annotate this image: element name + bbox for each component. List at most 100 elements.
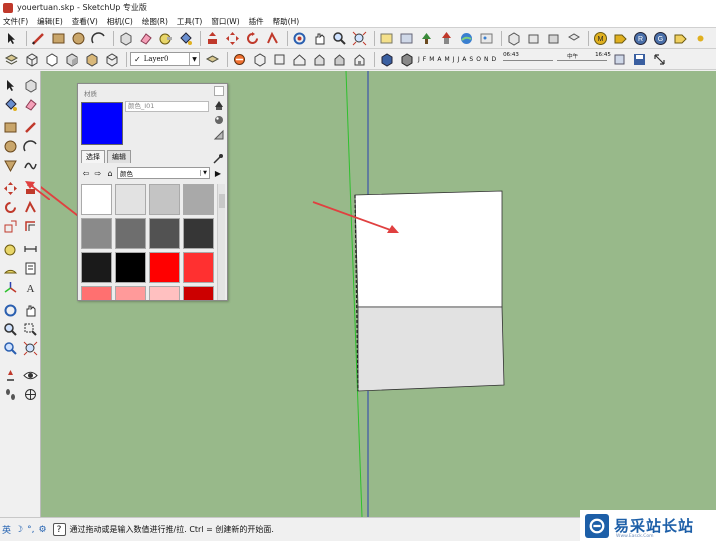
tape-measure-icon[interactable]: [157, 30, 174, 47]
sketchup-g-icon[interactable]: G: [652, 30, 669, 47]
resize-icon[interactable]: [651, 51, 668, 68]
material-swatch[interactable]: [115, 252, 146, 283]
save-disk-icon[interactable]: [631, 51, 648, 68]
sketchup-m-icon[interactable]: M: [592, 30, 609, 47]
box-monochrome-icon[interactable]: [103, 51, 120, 68]
material-swatch[interactable]: [149, 252, 180, 283]
layers-stack-icon[interactable]: [3, 51, 20, 68]
material-swatch[interactable]: [115, 184, 146, 215]
rotate-icon[interactable]: [244, 30, 261, 47]
eraser-icon[interactable]: [22, 96, 39, 113]
material-swatch[interactable]: [183, 218, 214, 249]
material-swatch[interactable]: [81, 218, 112, 249]
polygon-icon[interactable]: [2, 157, 19, 174]
create-material-icon[interactable]: [213, 99, 225, 111]
rectangle-icon[interactable]: [2, 119, 19, 136]
views-top-icon[interactable]: [565, 30, 582, 47]
material-swatch[interactable]: [183, 184, 214, 215]
left-view-house-icon[interactable]: [351, 51, 368, 68]
walk-footprints-icon[interactable]: [2, 386, 19, 403]
arc-icon[interactable]: [22, 138, 39, 155]
menu-file[interactable]: 文件(F): [3, 16, 28, 27]
paint-bucket-icon[interactable]: [177, 30, 194, 47]
photo-textures-icon[interactable]: [478, 30, 495, 47]
get-models-icon[interactable]: [378, 30, 395, 47]
layer-manager-icon[interactable]: [204, 51, 221, 68]
label-plugin-icon[interactable]: [672, 30, 689, 47]
scale-icon[interactable]: [2, 218, 19, 235]
ime-indicator[interactable]: 英 ☽ °, ⚙: [2, 523, 51, 537]
menu-camera[interactable]: 相机(C): [107, 16, 133, 27]
menu-view[interactable]: 查看(V): [72, 16, 98, 27]
tape-measure-icon[interactable]: [2, 241, 19, 258]
paint-brush-icon[interactable]: [712, 30, 716, 47]
pan-hand-icon[interactable]: [311, 30, 328, 47]
follow-me-icon[interactable]: [264, 30, 281, 47]
help-icon[interactable]: ?: [52, 523, 66, 536]
tab-select[interactable]: 选择: [81, 150, 105, 163]
front-view-house-icon[interactable]: [291, 51, 308, 68]
orbit-icon[interactable]: [2, 302, 19, 319]
zoom-icon[interactable]: [331, 30, 348, 47]
box-wire-icon[interactable]: [23, 51, 40, 68]
shadow-time-slider-mid[interactable]: 中午 16:45: [557, 52, 611, 64]
standard-view-icon[interactable]: [251, 51, 268, 68]
material-category-dropdown[interactable]: 颜色 ▼: [117, 167, 210, 179]
zoom-window-icon[interactable]: [22, 321, 39, 338]
place-model-icon[interactable]: [418, 30, 435, 47]
box-hidden-line-icon[interactable]: [43, 51, 60, 68]
pan-hand-icon[interactable]: [22, 302, 39, 319]
material-swatch[interactable]: [81, 184, 112, 215]
section-plane-icon[interactable]: [22, 386, 39, 403]
make-component-icon[interactable]: [22, 77, 39, 94]
top-view-icon[interactable]: [271, 51, 288, 68]
layer-dropdown[interactable]: ✓ Layer0 ▼: [130, 52, 200, 66]
home-icon[interactable]: ⌂: [105, 167, 115, 179]
views-iso-icon[interactable]: [505, 30, 522, 47]
chevron-down-icon[interactable]: ▼: [189, 53, 199, 65]
rectangle-icon[interactable]: [50, 30, 67, 47]
material-swatch[interactable]: [149, 218, 180, 249]
eyedropper-icon[interactable]: [212, 153, 224, 167]
protractor-icon[interactable]: [2, 260, 19, 277]
box-textured-icon[interactable]: [83, 51, 100, 68]
back-arrow-icon[interactable]: ⇦: [81, 167, 91, 179]
forward-arrow-icon[interactable]: ⇨: [93, 167, 103, 179]
sun-dot-icon[interactable]: [692, 30, 709, 47]
menu-tools[interactable]: 工具(T): [177, 16, 202, 27]
tab-edit[interactable]: 编辑: [107, 150, 131, 163]
browse-icon[interactable]: [213, 129, 225, 141]
paint-bucket-icon[interactable]: [2, 96, 19, 113]
right-view-house-icon[interactable]: [311, 51, 328, 68]
material-swatch[interactable]: [149, 184, 180, 215]
menu-window[interactable]: 窗口(W): [211, 16, 239, 27]
arc-icon[interactable]: [90, 30, 107, 47]
sketchup-r-icon[interactable]: R: [632, 30, 649, 47]
pencil-line-icon[interactable]: [22, 119, 39, 136]
zoom-icon[interactable]: [2, 321, 19, 338]
follow-me-icon[interactable]: [22, 199, 39, 216]
previous-view-icon[interactable]: [2, 340, 19, 357]
material-swatch[interactable]: [115, 218, 146, 249]
shadow-time-slider[interactable]: 06:43: [503, 52, 554, 64]
pencil-line-icon[interactable]: [30, 30, 47, 47]
dimension-icon[interactable]: [22, 241, 39, 258]
shadow-toggle-icon[interactable]: [398, 51, 415, 68]
material-name-field[interactable]: 颜色_I01: [125, 101, 209, 112]
rollback-icon[interactable]: [611, 51, 628, 68]
material-swatch[interactable]: [81, 252, 112, 283]
text-label-icon[interactable]: [22, 260, 39, 277]
texture-icon[interactable]: [213, 114, 225, 126]
select-arrow-icon[interactable]: [2, 77, 19, 94]
menu-edit[interactable]: 编辑(E): [37, 16, 63, 27]
menu-help[interactable]: 帮助(H): [273, 16, 300, 27]
circle-icon[interactable]: [70, 30, 87, 47]
push-pull-icon[interactable]: [204, 30, 221, 47]
rotate-icon[interactable]: [2, 199, 19, 216]
shadow-settings-icon[interactable]: [378, 51, 395, 68]
eraser-icon[interactable]: [137, 30, 154, 47]
select-arrow-icon[interactable]: [3, 30, 20, 47]
google-earth-icon[interactable]: [458, 30, 475, 47]
axes-icon[interactable]: [2, 279, 19, 296]
views-front-icon[interactable]: [525, 30, 542, 47]
